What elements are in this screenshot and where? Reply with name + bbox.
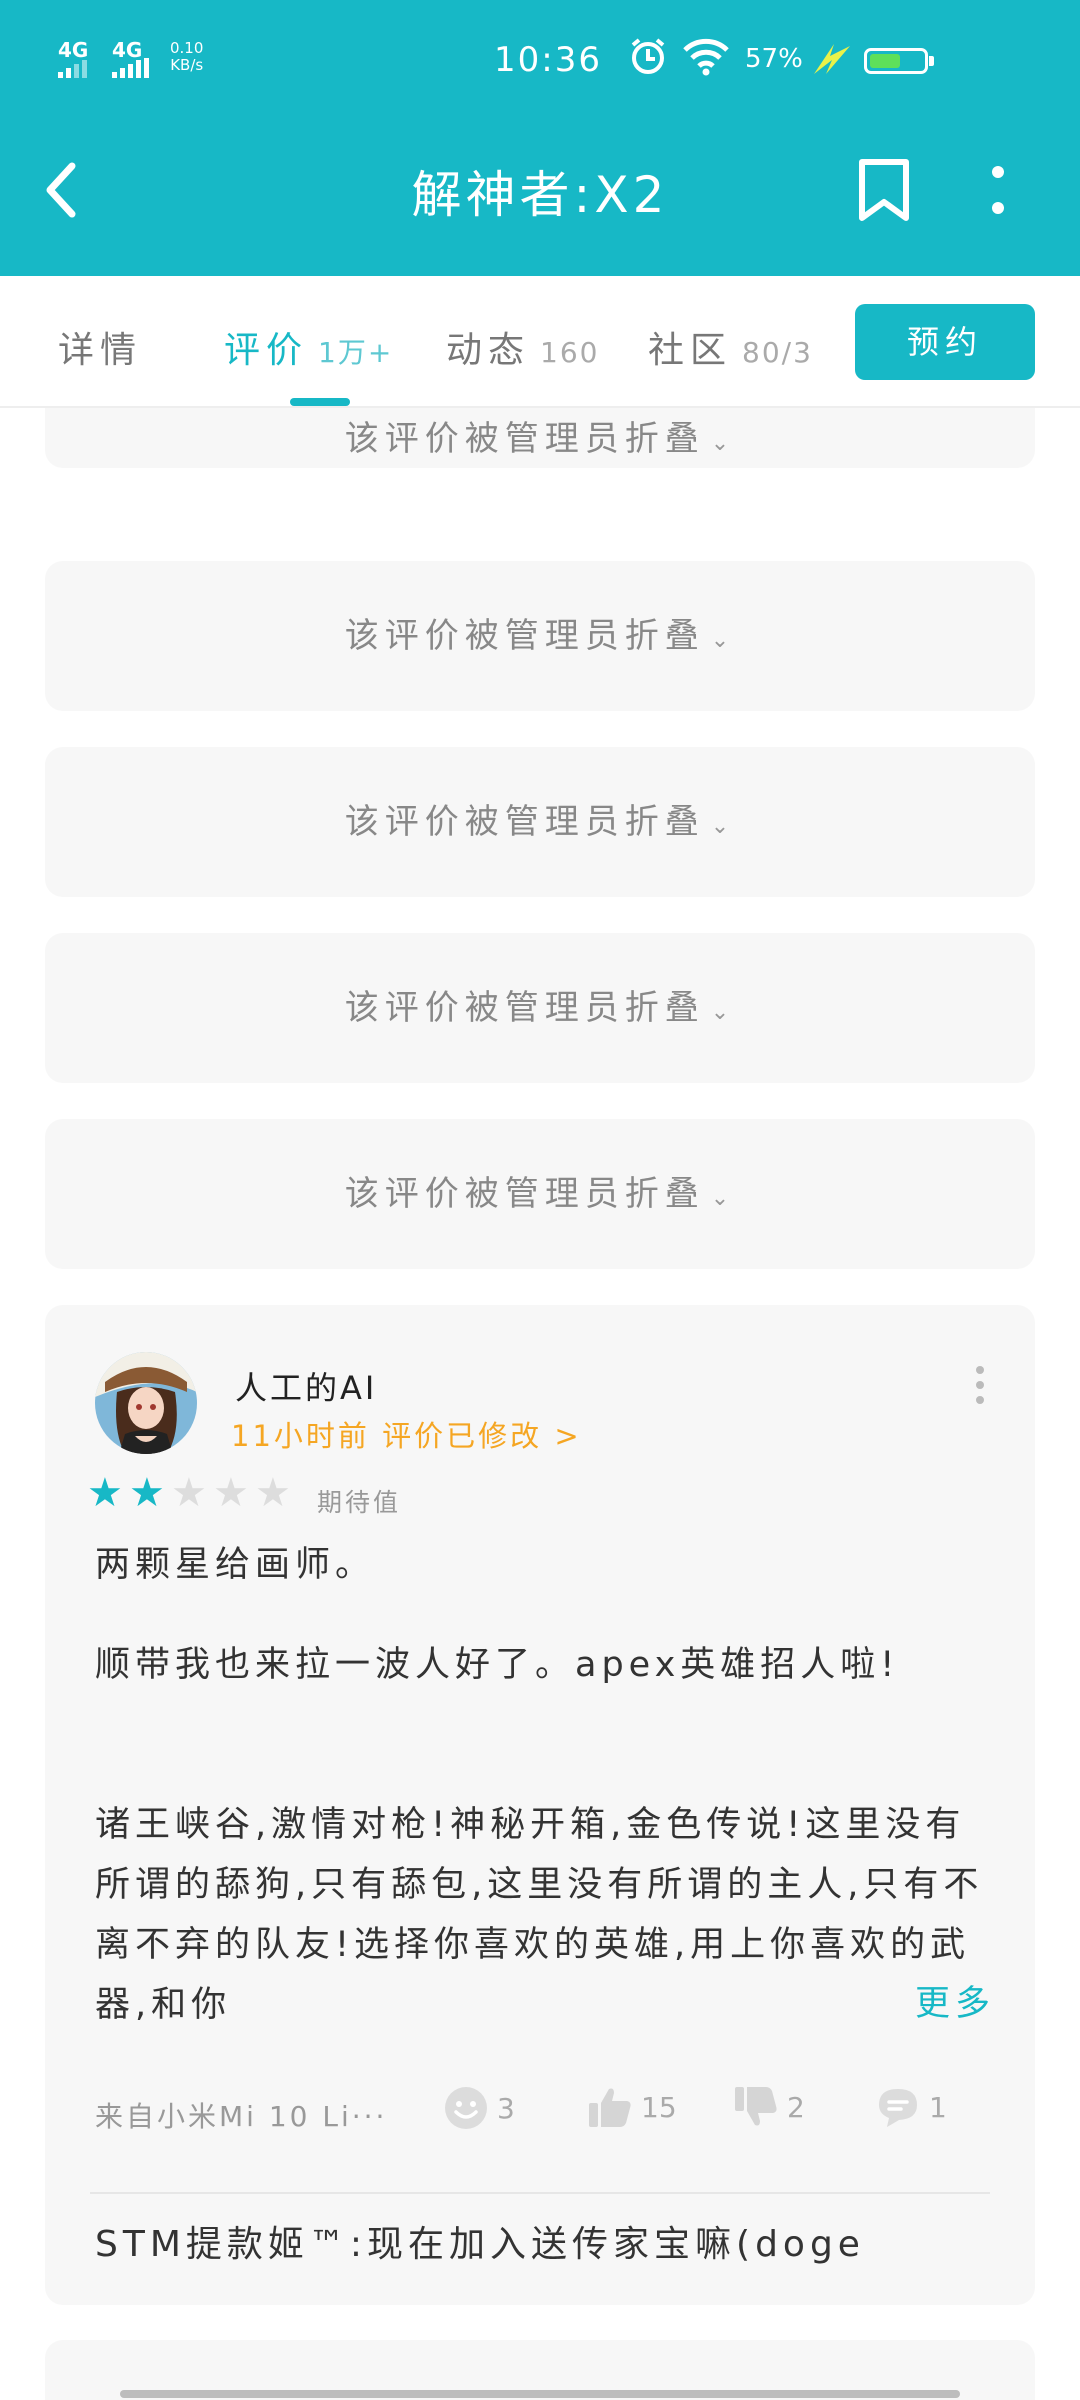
chevron-down-icon: ⌄: [710, 628, 736, 653]
tab-label: 动态: [446, 330, 531, 371]
review-paragraph: 两颗星给画师。: [95, 1545, 376, 1585]
folded-review-card[interactable]: 该评价被管理员折叠 ⌄: [45, 1119, 1035, 1269]
tab-details[interactable]: 详情: [58, 321, 142, 373]
divider: [90, 2192, 990, 2194]
folded-review-card[interactable]: 该评价被管理员折叠 ⌄: [45, 933, 1035, 1083]
net-speed-value: 0.10: [170, 39, 204, 57]
chevron-down-icon: ⌄: [710, 1186, 736, 1211]
comment-icon: [879, 2089, 917, 2127]
more-vert-icon[interactable]: [988, 164, 1008, 224]
smile-icon: [445, 2087, 487, 2129]
folded-label: 该评价被管理员折叠: [344, 802, 705, 842]
folded-label: 该评价被管理员折叠: [344, 419, 705, 459]
star-empty-icon: ★: [255, 1470, 291, 1516]
reply-preview[interactable]: STM提款姬™:现在加入送传家宝嘛(doge: [95, 2215, 865, 2267]
star-empty-icon: ★: [171, 1470, 207, 1516]
reviewer-name[interactable]: 人工的AI: [235, 1363, 377, 1409]
tab-label: 评价: [224, 330, 309, 371]
star-filled-icon: ★: [87, 1470, 123, 1516]
tab-reviews[interactable]: 评价 1万+: [224, 321, 393, 373]
folded-review-card[interactable]: 该评价被管理员折叠 ⌄: [45, 747, 1035, 897]
tab-count: 80/3: [742, 336, 813, 369]
avatar[interactable]: [95, 1352, 197, 1454]
dislike-count: 2: [787, 2090, 805, 2124]
review-card[interactable]: 人工的AI 11小时前 评价已修改 > ★ ★ ★ ★ ★ 期待值 两颗星给画师。 顺带…: [45, 1305, 1035, 2305]
net-speed-unit: KB/s: [170, 56, 204, 74]
reply-text: :现在加入送传家宝嘛(doge: [349, 2224, 865, 2265]
bookmark-icon[interactable]: [856, 158, 912, 228]
active-tab-indicator: [290, 398, 350, 406]
folded-label: 该评价被管理员折叠: [344, 616, 705, 656]
device-label: 来自小米Mi 10 Li···: [95, 2100, 388, 2133]
reply-user[interactable]: STM提款姬™: [95, 2224, 350, 2265]
review-meta[interactable]: 11小时前 评价已修改 >: [231, 1413, 582, 1455]
horizontal-scrollbar[interactable]: [120, 2390, 960, 2398]
tab-label: 详情: [58, 330, 143, 371]
thumbs-up-icon: [589, 2088, 631, 2127]
battery-percent: 57%: [745, 44, 803, 74]
read-more-link[interactable]: 更多: [874, 1975, 995, 2026]
star-empty-icon: ★: [213, 1470, 249, 1516]
wifi-icon: [682, 36, 730, 80]
review-feed[interactable]: 该评价被管理员折叠 ⌄ 该评价被管理员折叠 ⌄ 该评价被管理员折叠 ⌄ 该评价被管理员…: [0, 408, 1080, 2400]
star-filled-icon: ★: [129, 1470, 165, 1516]
review-paragraph: 顺带我也来拉一波人好了。apex英雄招人啦!: [95, 1645, 900, 1685]
like-button[interactable]: 15: [587, 2085, 677, 2129]
folded-label: 该评价被管理员折叠: [344, 1174, 705, 1214]
thumbs-down-icon: [735, 2087, 777, 2126]
folded-review-card[interactable]: 该评价被管理员折叠 ⌄: [45, 408, 1035, 468]
battery-icon: [864, 48, 934, 74]
folded-label: 该评价被管理员折叠: [344, 988, 705, 1028]
page-title: 解神者:X2: [411, 166, 669, 224]
like-count: 15: [641, 2090, 677, 2124]
chevron-down-icon: ⌄: [710, 431, 736, 456]
chevron-down-icon: ⌄: [710, 814, 736, 839]
signal-bars-2-icon: [112, 58, 156, 78]
tab-count: 160: [540, 336, 600, 369]
tab-community[interactable]: 社区 80/3: [648, 321, 813, 373]
tab-label: 社区: [648, 330, 733, 371]
clock: 10:36: [494, 40, 602, 80]
tab-bar: 详情 评价 1万+ 动态 160 社区 80/3 预约: [0, 276, 1080, 408]
comment-count: 1: [929, 2090, 947, 2124]
net-speed: 0.10 KB/s: [170, 40, 203, 74]
dislike-button[interactable]: 2: [733, 2085, 805, 2129]
review-paragraph: 诸王峡谷,激情对枪!神秘开箱,金色传说!这里没有所谓的舔狗,只有舔包,这里没有所…: [95, 1805, 984, 2025]
chevron-down-icon: ⌄: [710, 1000, 736, 1025]
tab-count: 1万+: [318, 336, 394, 369]
tab-updates[interactable]: 动态 160: [446, 321, 599, 373]
top-app-area: 4G 4G 0.10 KB/s 10:36 57% 解神者:X2: [0, 0, 1080, 276]
reserve-button[interactable]: 预约: [855, 304, 1035, 380]
rating-label: 期待值: [317, 1488, 402, 1517]
signal-bars-1-icon: [58, 58, 98, 78]
more-vert-icon[interactable]: [973, 1365, 987, 1409]
status-bar: 4G 4G 0.10 KB/s 10:36 57%: [0, 0, 1080, 120]
charging-icon: [812, 42, 852, 80]
alarm-icon: [628, 36, 668, 80]
funny-button[interactable]: 3: [443, 2085, 515, 2131]
comment-button[interactable]: 1: [875, 2085, 947, 2129]
funny-count: 3: [497, 2091, 515, 2125]
folded-review-card[interactable]: 该评价被管理员折叠 ⌄: [45, 561, 1035, 711]
